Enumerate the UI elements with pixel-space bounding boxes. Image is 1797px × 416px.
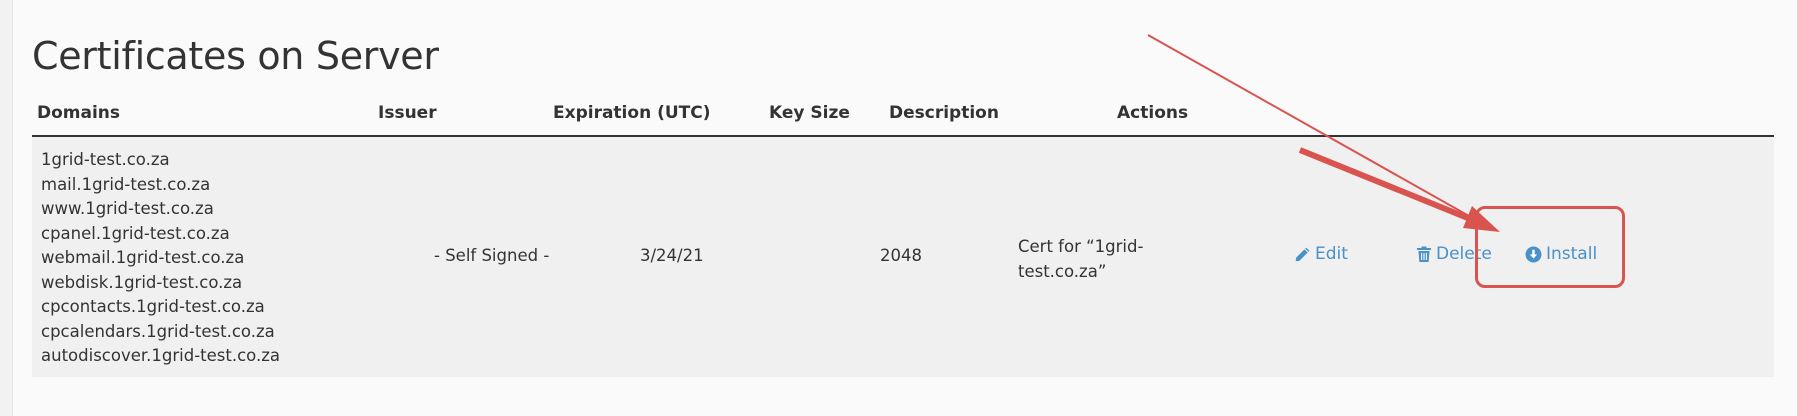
column-header-key-size[interactable]: Key Size <box>769 103 850 123</box>
trash-icon <box>1417 246 1431 262</box>
issuer-cell: - Self Signed - <box>434 246 550 265</box>
expiration-cell: 3/24/21 <box>640 246 704 265</box>
description-cell: Cert for “1grid- test.co.za” <box>1018 234 1158 284</box>
column-header-actions: Actions <box>1117 103 1189 123</box>
page-title: Certificates on Server <box>32 34 439 78</box>
column-header-domains[interactable]: Domains <box>37 103 120 123</box>
column-header-expiration[interactable]: Expiration (UTC) <box>553 103 711 123</box>
edit-label: Edit <box>1315 244 1348 264</box>
domain-item: cpcontacts.1grid-test.co.za <box>41 297 265 316</box>
domain-item: autodiscover.1grid-test.co.za <box>41 346 280 365</box>
description-line: Cert for “1grid- <box>1018 237 1144 256</box>
table-header-row: Domains Issuer Expiration (UTC) Key Size… <box>32 100 1774 137</box>
column-header-description[interactable]: Description <box>889 103 999 123</box>
domains-list: 1grid-test.co.za mail.1grid-test.co.za w… <box>41 148 280 369</box>
domain-item: mail.1grid-test.co.za <box>41 174 211 194</box>
domain-item: cpanel.1grid-test.co.za <box>41 223 230 243</box>
domain-item: webdisk.1grid-test.co.za <box>41 272 243 292</box>
domain-item: www.1grid-test.co.za <box>41 199 214 218</box>
domain-item: webmail.1grid-test.co.za <box>41 248 245 267</box>
domain-item: cpcalendars.1grid-test.co.za <box>41 321 275 341</box>
edit-button[interactable]: Edit <box>1294 244 1348 264</box>
description-line: test.co.za” <box>1018 262 1107 281</box>
key-size-cell: 2048 <box>880 246 922 265</box>
install-highlight-box <box>1475 206 1625 288</box>
domain-item: 1grid-test.co.za <box>41 150 170 169</box>
column-header-issuer[interactable]: Issuer <box>378 103 437 123</box>
page-left-border <box>0 0 13 416</box>
pencil-icon <box>1295 247 1310 261</box>
